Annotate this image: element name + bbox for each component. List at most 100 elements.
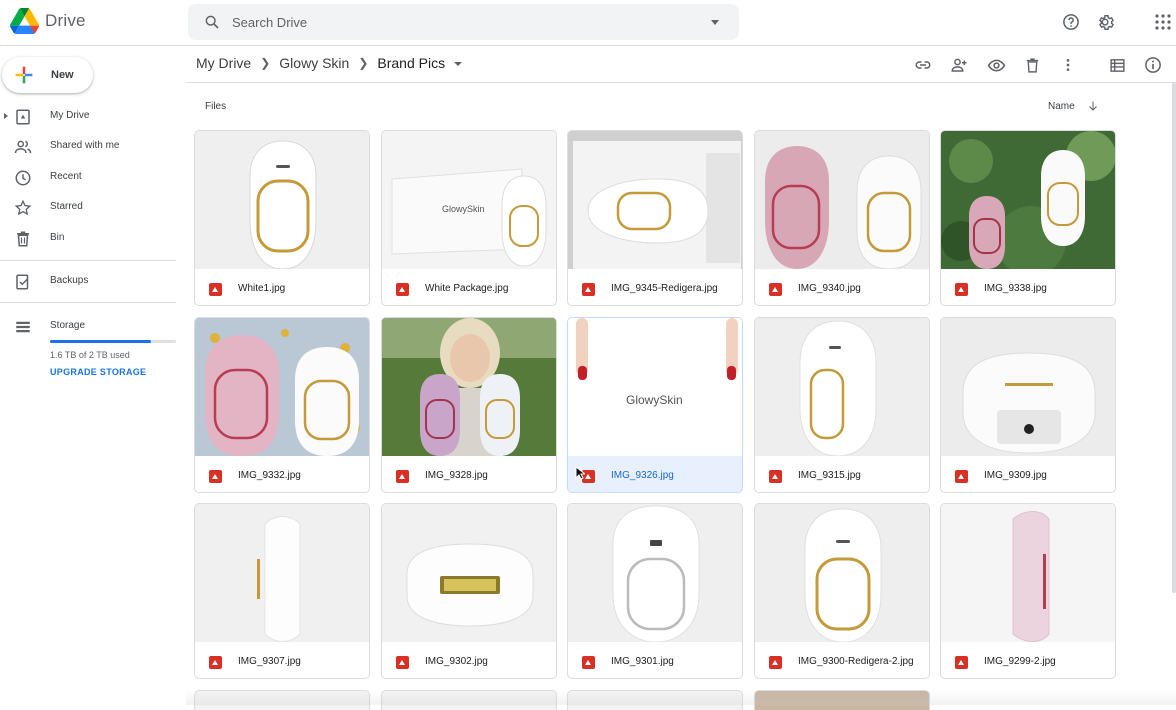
image-file-icon — [209, 283, 222, 296]
file-info: IMG_9301.jpg — [568, 642, 742, 678]
file-card-selected[interactable]: GlowySkin IMG_9326.jpg — [567, 317, 743, 493]
shared-people-icon — [14, 140, 32, 154]
breadcrumb-item-my-drive[interactable]: My Drive — [196, 55, 251, 71]
storage-used-text: 1.6 TB of 2 TB used — [50, 350, 130, 360]
top-right-icons — [1059, 10, 1083, 34]
new-button-label: New — [51, 69, 74, 81]
apps-grid-icon[interactable] — [1151, 10, 1175, 34]
app-name: Drive — [45, 11, 86, 30]
package-brand-text: GlowySkin — [442, 204, 485, 214]
sidebar-item-recent[interactable]: Recent — [0, 163, 186, 191]
drive-logo[interactable]: Drive — [10, 8, 86, 34]
file-name: White Package.jpg — [425, 283, 509, 294]
image-file-icon — [209, 656, 222, 669]
files-section-label: Files — [205, 101, 227, 112]
help-icon[interactable] — [1059, 10, 1083, 34]
file-thumbnail — [941, 131, 1115, 269]
file-card[interactable]: White1.jpg — [194, 130, 370, 306]
file-name: White1.jpg — [238, 283, 286, 294]
share-icon[interactable] — [948, 54, 970, 76]
folder-menu-dropdown-icon[interactable] — [454, 62, 463, 66]
file-card[interactable]: IMG_9315.jpg — [754, 317, 930, 493]
trash-icon[interactable] — [1021, 54, 1043, 76]
image-file-icon — [769, 283, 782, 296]
sidebar-item-starred[interactable]: Starred — [0, 193, 186, 221]
clock-icon — [15, 170, 31, 186]
file-name: IMG_9326.jpg — [611, 470, 674, 481]
file-thumbnail — [195, 318, 369, 456]
settings-wrap — [1094, 10, 1118, 34]
breadcrumb-item-brand-pics[interactable]: Brand Pics — [377, 55, 445, 71]
breadcrumb-item-glowy-skin[interactable]: Glowy Skin — [279, 55, 349, 71]
sort-label: Name — [1048, 100, 1075, 112]
bottom-fade — [186, 690, 1176, 705]
sidebar: New My Drive Shared with me Recent Starr… — [0, 47, 186, 705]
glowyskin-brand-text: GlowySkin — [626, 393, 683, 407]
link-icon[interactable] — [912, 54, 934, 76]
file-thumbnail — [755, 318, 929, 456]
sort-by-name-button[interactable]: Name — [1048, 100, 1099, 112]
upgrade-storage-link[interactable]: UPGRADE STORAGE — [50, 367, 146, 377]
sidebar-item-label: Backups — [50, 275, 89, 286]
file-name: IMG_9332.jpg — [238, 470, 301, 481]
preview-icon[interactable] — [985, 54, 1007, 76]
arrow-down-icon[interactable] — [1087, 100, 1099, 112]
scrollbar[interactable] — [1172, 83, 1176, 593]
sidebar-item-label: Shared with me — [50, 140, 120, 151]
toolbar — [912, 54, 1164, 76]
image-file-icon — [955, 470, 968, 483]
new-button[interactable]: New — [2, 57, 93, 93]
search-bar[interactable] — [188, 4, 739, 40]
file-info: IMG_9315.jpg — [755, 456, 929, 492]
file-name: IMG_9307.jpg — [238, 656, 301, 667]
file-name: IMG_9315.jpg — [798, 470, 861, 481]
bin-icon — [17, 231, 29, 247]
star-icon — [14, 199, 32, 216]
more-vert-icon[interactable] — [1057, 54, 1079, 76]
file-thumbnail — [382, 504, 556, 642]
file-info: IMG_9340.jpg — [755, 269, 929, 305]
file-card[interactable]: IMG_9345-Redigera.jpg — [567, 130, 743, 306]
image-file-icon — [209, 470, 222, 483]
file-info: White1.jpg — [195, 269, 369, 305]
sidebar-item-my-drive[interactable]: My Drive — [0, 102, 186, 130]
file-card[interactable]: IMG_9307.jpg — [194, 503, 370, 679]
info-icon[interactable] — [1142, 54, 1164, 76]
sidebar-item-backups[interactable]: Backups — [0, 267, 186, 295]
file-thumbnail — [941, 318, 1115, 456]
file-name: IMG_9340.jpg — [798, 283, 861, 294]
sidebar-item-shared[interactable]: Shared with me — [0, 132, 186, 160]
file-info: IMG_9302.jpg — [382, 642, 556, 678]
file-card[interactable]: IMG_9299-2.jpg — [940, 503, 1116, 679]
my-drive-icon — [16, 109, 30, 125]
file-card[interactable]: IMG_9338.jpg — [940, 130, 1116, 306]
file-thumbnail: GlowySkin — [382, 131, 556, 269]
file-name: IMG_9302.jpg — [425, 656, 488, 667]
file-card[interactable]: IMG_9328.jpg — [381, 317, 557, 493]
storage-progress-bar — [50, 340, 176, 343]
file-card[interactable]: IMG_9301.jpg — [567, 503, 743, 679]
file-card[interactable]: IMG_9332.jpg — [194, 317, 370, 493]
settings-gear-icon[interactable] — [1094, 10, 1118, 34]
top-bar: Drive — [0, 0, 1176, 46]
list-view-icon[interactable] — [1106, 54, 1128, 76]
sidebar-item-label: Starred — [50, 201, 83, 212]
image-file-icon — [582, 283, 595, 296]
image-file-icon — [396, 470, 409, 483]
file-card[interactable]: GlowySkin White Package.jpg — [381, 130, 557, 306]
expand-arrow-icon[interactable] — [4, 113, 8, 119]
file-card[interactable]: IMG_9300-Redigera-2.jpg — [754, 503, 930, 679]
file-card[interactable]: IMG_9302.jpg — [381, 503, 557, 679]
sidebar-item-bin[interactable]: Bin — [0, 224, 186, 252]
file-thumbnail — [568, 504, 742, 642]
image-file-icon — [582, 656, 595, 669]
file-card[interactable]: IMG_9340.jpg — [754, 130, 930, 306]
sidebar-item-storage[interactable]: Storage — [0, 312, 186, 340]
file-name: IMG_9338.jpg — [984, 283, 1047, 294]
search-options-icon[interactable] — [711, 20, 719, 25]
drive-logo-icon — [10, 8, 39, 34]
file-card[interactable]: IMG_9309.jpg — [940, 317, 1116, 493]
search-input[interactable] — [232, 14, 692, 30]
file-thumbnail: GlowySkin — [568, 318, 742, 456]
plus-icon — [15, 66, 33, 84]
